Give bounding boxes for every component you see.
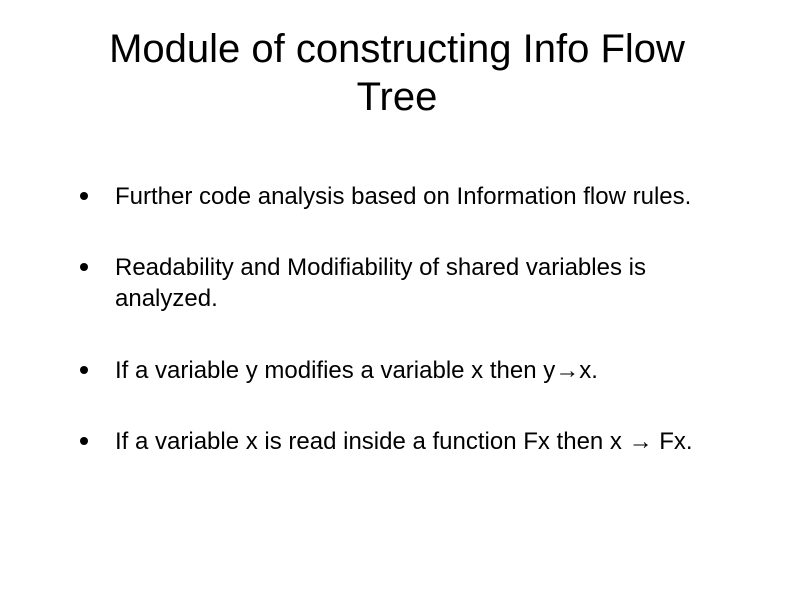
list-item: If a variable x is read inside a functio… [80, 426, 734, 457]
slide-title: Module of constructing Info Flow Tree [60, 25, 734, 121]
list-item: Readability and Modifiability of shared … [80, 252, 734, 314]
bullet-list: Further code analysis based on Informati… [60, 181, 734, 457]
list-item: Further code analysis based on Informati… [80, 181, 734, 212]
list-item: If a variable y modifies a variable x th… [80, 355, 734, 386]
